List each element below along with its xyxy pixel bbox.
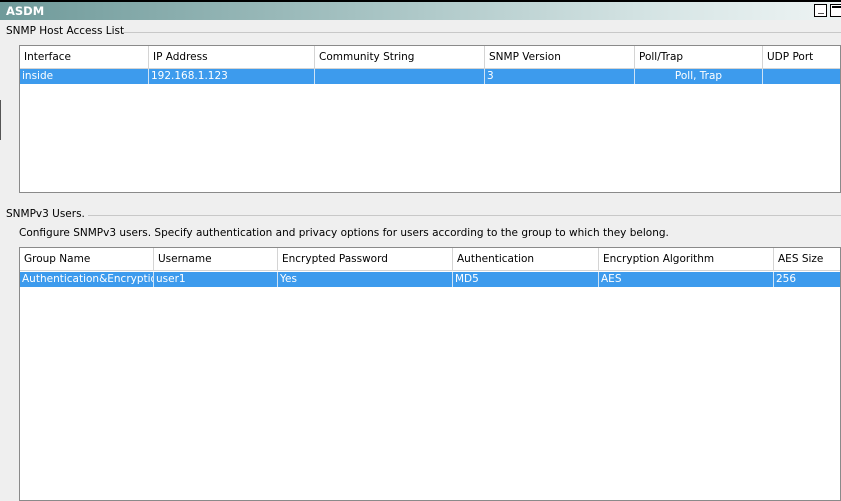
host-access-group-line [122,32,841,33]
column-header-aes-size[interactable]: AES Size [774,248,841,270]
snmpv3-users-group-line [88,215,841,216]
column-header-authentication[interactable]: Authentication [453,248,599,270]
cell-authentication: MD5 [453,272,599,287]
cell-group-name: Authentication&Encryption [22,272,154,287]
column-header-ip-address[interactable]: IP Address [149,46,315,68]
column-header-udp-port[interactable]: UDP Port [763,46,841,68]
column-header-encryption-algorithm[interactable]: Encryption Algorithm [599,248,774,270]
cell-snmp-version: 3 [485,69,635,84]
cell-ip-address: 192.168.1.123 [149,69,315,84]
table-row[interactable]: inside 192.168.1.123 3 Poll, Trap [20,69,840,84]
window-title: ASDM [6,4,45,18]
cell-udp-port [763,69,841,84]
column-header-encrypted-password[interactable]: Encrypted Password [278,248,453,270]
column-header-community-string[interactable]: Community String [315,46,485,68]
snmpv3-users-table: Group Name Username Encrypted Password A… [19,247,841,501]
snmpv3-users-description: Configure SNMPv3 users. Specify authenti… [19,227,669,239]
cell-encrypted-password: Yes [278,272,453,287]
minimize-icon[interactable] [814,4,827,17]
snmpv3-users-group-label: SNMPv3 Users. [6,208,85,220]
host-access-group-label: SNMP Host Access List [6,25,125,37]
column-header-group-name[interactable]: Group Name [20,248,154,270]
column-header-poll-trap[interactable]: Poll/Trap [635,46,763,68]
table-row[interactable]: Authentication&Encryption user1 Yes MD5 … [20,272,840,287]
left-border [0,100,1,140]
snmpv3-users-table-header: Group Name Username Encrypted Password A… [20,248,840,271]
cell-username: user1 [154,272,278,287]
host-access-table-header: Interface IP Address Community String SN… [20,46,840,69]
column-header-username[interactable]: Username [154,248,278,270]
host-access-table: Interface IP Address Community String SN… [19,45,841,193]
cell-community-string [315,69,485,84]
cell-interface: inside [20,69,149,84]
column-header-interface[interactable]: Interface [20,46,149,68]
maximize-icon[interactable] [830,4,841,17]
cell-poll-trap: Poll, Trap [635,69,763,84]
column-header-snmp-version[interactable]: SNMP Version [485,46,635,68]
cell-aes-size: 256 [776,273,797,285]
window-titlebar: ASDM [0,0,841,20]
cell-encryption-algorithm: AES [599,272,774,287]
